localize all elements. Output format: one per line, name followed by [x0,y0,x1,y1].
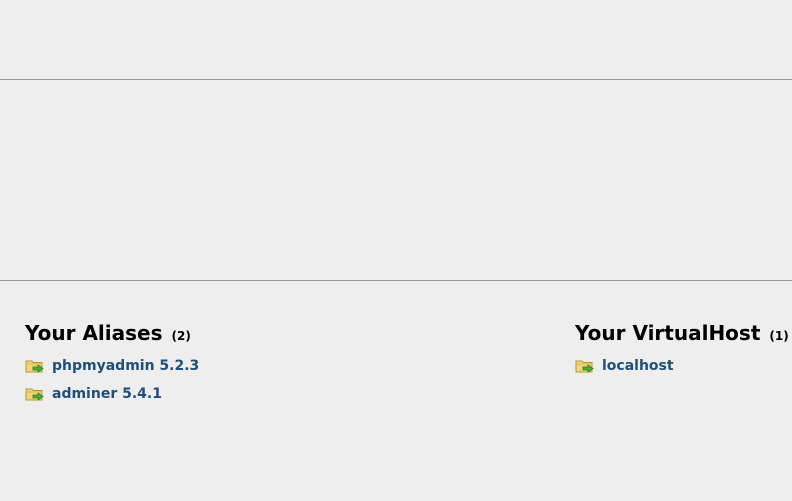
virtualhost-list: localhost [575,352,789,380]
folder-arrow-icon [25,358,45,374]
virtualhost-title: Your VirtualHost [575,321,761,345]
virtualhost-item-localhost: localhost [575,352,789,380]
virtualhost-link-localhost[interactable]: localhost [575,358,674,374]
middle-divider [0,280,792,281]
virtualhost-section: Your VirtualHost (1) localhost [575,320,789,380]
virtualhost-heading: Your VirtualHost (1) [575,320,789,349]
top-divider [0,79,792,80]
virtualhost-count: (1) [769,329,789,343]
alias-item-adminer: adminer 5.4.1 [25,380,199,408]
aliases-heading: Your Aliases (2) [25,320,199,349]
folder-arrow-icon [575,358,595,374]
virtualhost-label: localhost [602,358,674,374]
aliases-section: Your Aliases (2) phpmyadmin 5.2.3 admine… [25,320,199,408]
alias-link-adminer[interactable]: adminer 5.4.1 [25,386,162,402]
aliases-title: Your Aliases [25,321,163,345]
alias-link-phpmyadmin[interactable]: phpmyadmin 5.2.3 [25,358,199,374]
alias-item-phpmyadmin: phpmyadmin 5.2.3 [25,352,199,380]
aliases-count: (2) [171,329,191,343]
alias-label: phpmyadmin 5.2.3 [52,358,200,374]
aliases-list: phpmyadmin 5.2.3 adminer 5.4.1 [25,352,199,408]
folder-arrow-icon [25,386,45,402]
alias-label: adminer 5.4.1 [52,386,162,402]
